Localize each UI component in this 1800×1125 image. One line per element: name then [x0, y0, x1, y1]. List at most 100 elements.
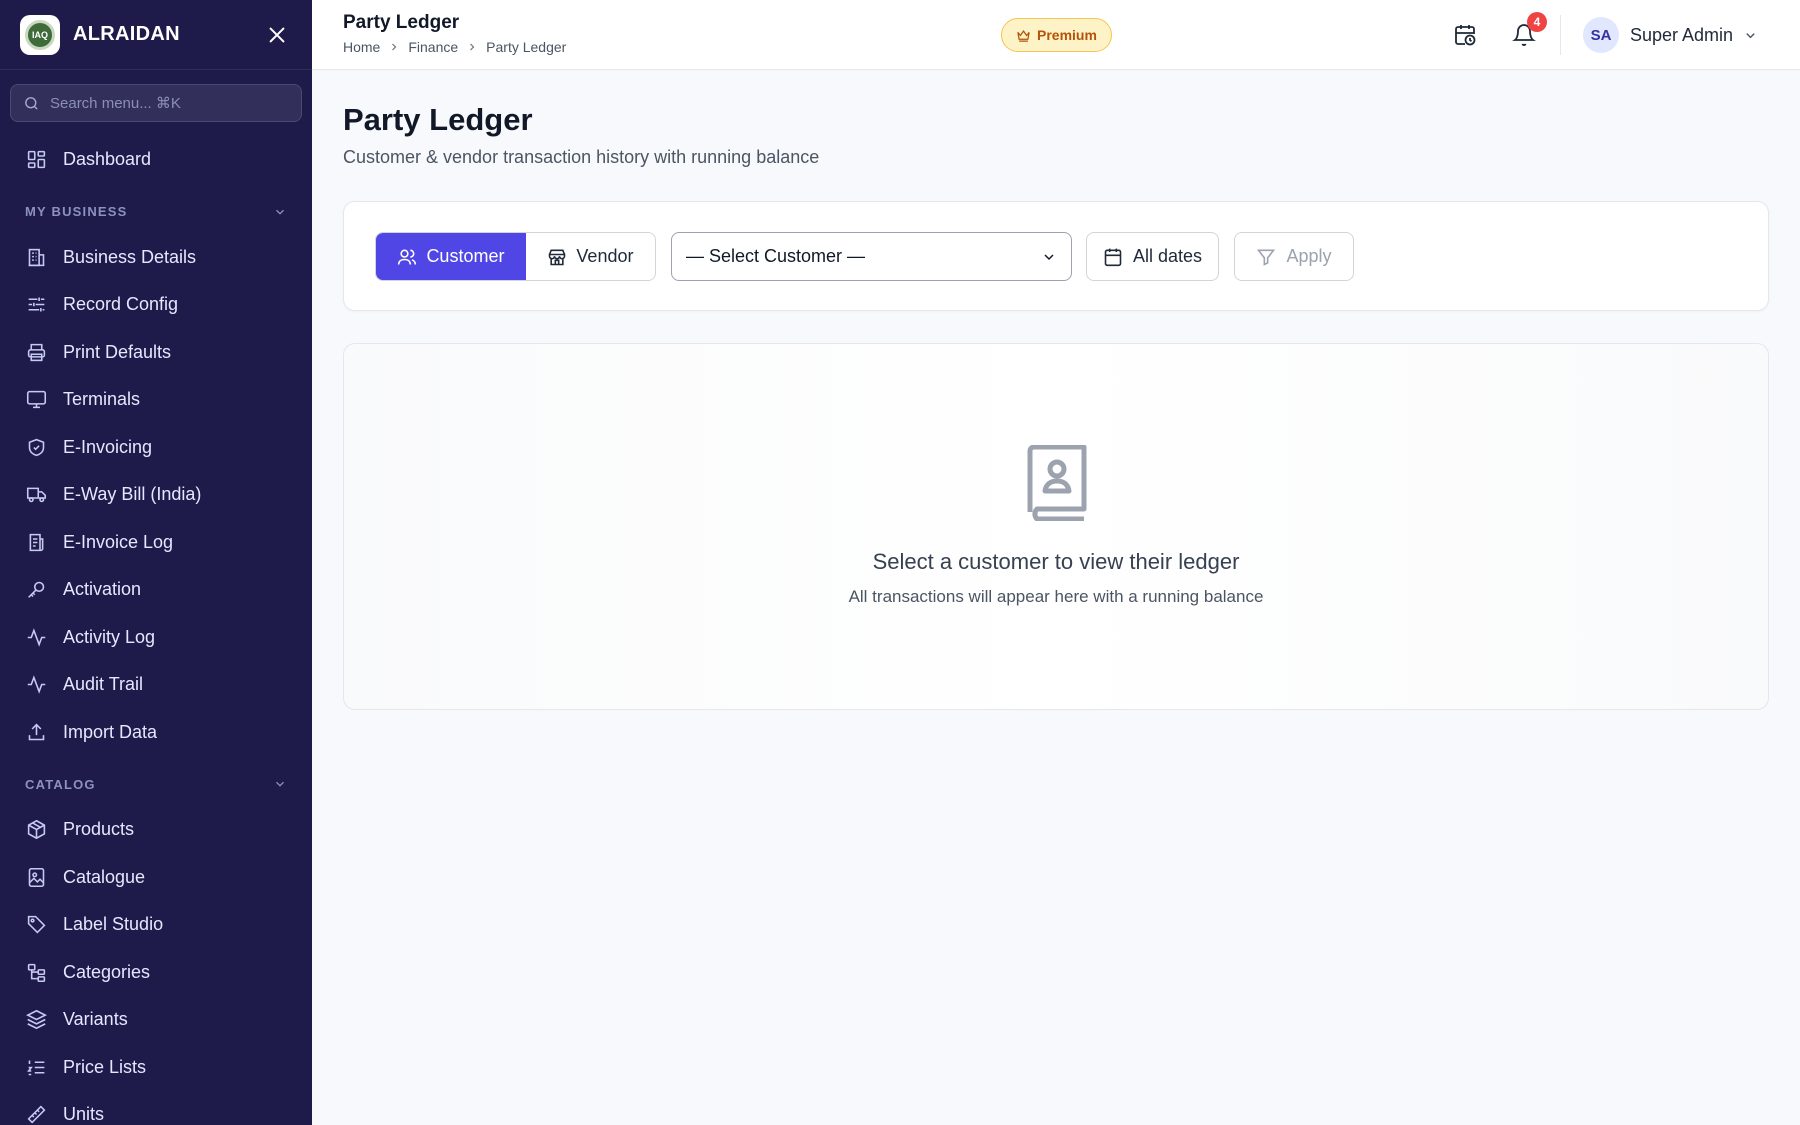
sidebar-item-label: Audit Trail	[63, 674, 144, 695]
sidebar-item-price-lists[interactable]: Price Lists	[0, 1044, 312, 1092]
sidebar-item-terminals[interactable]: Terminals	[0, 376, 312, 424]
sidebar-item-dashboard[interactable]: Dashboard	[0, 136, 312, 184]
premium-label: Premium	[1037, 27, 1097, 43]
date-range-button[interactable]: All dates	[1086, 232, 1219, 281]
sidebar-item-print-defaults[interactable]: Print Defaults	[0, 329, 312, 377]
shield-check-icon	[28, 438, 45, 456]
building-icon	[28, 248, 45, 266]
notifications-button[interactable]: 4	[1506, 12, 1547, 53]
page-subtitle: Customer & vendor transaction history wi…	[343, 147, 820, 167]
sidebar-item-e-way-bill[interactable]: E-Way Bill (India)	[0, 471, 312, 519]
sidebar-item-label: Activation	[63, 579, 142, 600]
sidebar-item-business-details[interactable]: Business Details	[0, 234, 312, 282]
section-catalog[interactable]: CATALOG	[0, 762, 312, 806]
sidebar-search[interactable]	[10, 84, 302, 122]
sidebar-item-label: Catalogue	[63, 866, 146, 887]
sidebar-item-label: Terminals	[63, 389, 141, 410]
sidebar-item-variants[interactable]: Variants	[0, 996, 312, 1044]
section-title: CATALOG	[25, 776, 96, 792]
key-icon	[28, 581, 45, 599]
close-sidebar-button[interactable]	[262, 20, 292, 50]
apply-label: Apply	[1286, 246, 1332, 266]
list-ordered-icon	[27, 1060, 45, 1076]
sidebar-item-e-invoice-log[interactable]: E-Invoice Log	[0, 519, 312, 567]
customer-tab[interactable]: Customer	[376, 233, 526, 280]
chevron-down-icon	[276, 209, 284, 215]
header-divider	[1560, 15, 1561, 55]
upload-icon	[28, 723, 45, 741]
breadcrumb-current: Party Ledger	[486, 39, 567, 55]
layers-icon	[26, 1010, 47, 1030]
calendar-icon	[1104, 248, 1122, 266]
printer-icon	[27, 343, 46, 361]
sidebar: IAQ ALRAIDAN Dashboard MY BUSINESS Busin…	[0, 0, 312, 1125]
sidebar-item-label: Record Config	[63, 294, 179, 315]
brand-name: ALRAIDAN	[73, 23, 180, 45]
avatar: SA	[1583, 17, 1619, 53]
sidebar-item-products[interactable]: Products	[0, 806, 312, 854]
party-select[interactable]: — Select Customer —	[671, 232, 1072, 281]
brand-header: IAQ ALRAIDAN	[0, 0, 312, 70]
premium-badge[interactable]: Premium	[1001, 18, 1112, 52]
search-input[interactable]	[50, 94, 270, 112]
breadcrumb-finance[interactable]: Finance	[408, 39, 458, 55]
sidebar-item-units[interactable]: Units	[0, 1091, 312, 1125]
party-select-value: — Select Customer —	[686, 246, 866, 266]
filter-icon	[1257, 249, 1276, 266]
truck-icon	[26, 487, 47, 503]
sidebar-item-label: Products	[63, 819, 135, 840]
sidebar-item-label: Price Lists	[63, 1056, 147, 1077]
store-icon	[549, 249, 566, 265]
activity-icon	[27, 628, 46, 647]
sidebar-item-catalogue[interactable]: Catalogue	[0, 854, 312, 902]
sidebar-item-audit-trail[interactable]: Audit Trail	[0, 661, 312, 709]
monitor-icon	[26, 391, 47, 409]
calendar-clock-icon	[1455, 25, 1476, 46]
section-title: MY BUSINESS	[25, 204, 128, 219]
tag-icon	[27, 916, 46, 934]
sidebar-item-e-invoicing[interactable]: E-Invoicing	[0, 424, 312, 472]
sidebar-item-label: E-Invoice Log	[63, 531, 174, 552]
sidebar-item-label-studio[interactable]: Label Studio	[0, 901, 312, 949]
empty-state-subtitle: All transactions will appear here with a…	[848, 587, 1264, 606]
chevron-right-icon	[392, 43, 397, 51]
sidebar-item-record-config[interactable]: Record Config	[0, 281, 312, 329]
logo-mark: IAQ	[25, 19, 55, 50]
header-title: Party Ledger	[343, 12, 460, 33]
users-icon	[398, 249, 417, 265]
sidebar-item-categories[interactable]: Categories	[0, 949, 312, 997]
customer-tab-label: Customer	[426, 246, 505, 266]
sidebar-item-activity-log[interactable]: Activity Log	[0, 614, 312, 662]
sidebar-item-activation[interactable]: Activation	[0, 566, 312, 614]
activity-icon	[27, 675, 46, 694]
chevron-right-icon	[470, 43, 475, 51]
empty-state-title: Select a customer to view their ledger	[872, 549, 1240, 574]
package-icon	[27, 820, 46, 840]
section-my-business[interactable]: MY BUSINESS	[0, 190, 312, 234]
user-menu[interactable]: SA Super Admin	[1583, 17, 1758, 53]
empty-state-card: Select a customer to view their ledger A…	[343, 343, 1769, 710]
breadcrumb-home[interactable]: Home	[343, 39, 380, 55]
sidebar-item-label: Label Studio	[63, 914, 164, 935]
sidebar-item-label: Units	[63, 1104, 105, 1125]
sidebar-item-label: E-Invoicing	[63, 436, 153, 457]
calendar-clock-button[interactable]	[1447, 17, 1483, 53]
filter-card: Customer Vendor — Select Customer — All …	[343, 201, 1769, 311]
brand-logo[interactable]: IAQ	[20, 14, 60, 55]
sidebar-item-label: Import Data	[63, 721, 158, 742]
apply-button[interactable]: Apply	[1234, 232, 1354, 281]
close-icon	[269, 27, 285, 42]
crown-icon	[1017, 29, 1030, 42]
image-icon	[28, 867, 45, 887]
receipt-icon	[29, 533, 44, 551]
party-type-toggle: Customer Vendor	[375, 232, 656, 281]
vendor-tab[interactable]: Vendor	[525, 233, 655, 280]
ruler-icon	[27, 1105, 46, 1124]
search-icon	[25, 96, 38, 110]
vendor-tab-label: Vendor	[576, 246, 634, 266]
sidebar-item-import-data[interactable]: Import Data	[0, 709, 312, 757]
user-name: Super Admin	[1630, 24, 1734, 45]
tree-icon	[27, 963, 46, 982]
breadcrumb: Home Finance Party Ledger	[343, 39, 566, 55]
notification-count-badge: 4	[1527, 12, 1547, 32]
